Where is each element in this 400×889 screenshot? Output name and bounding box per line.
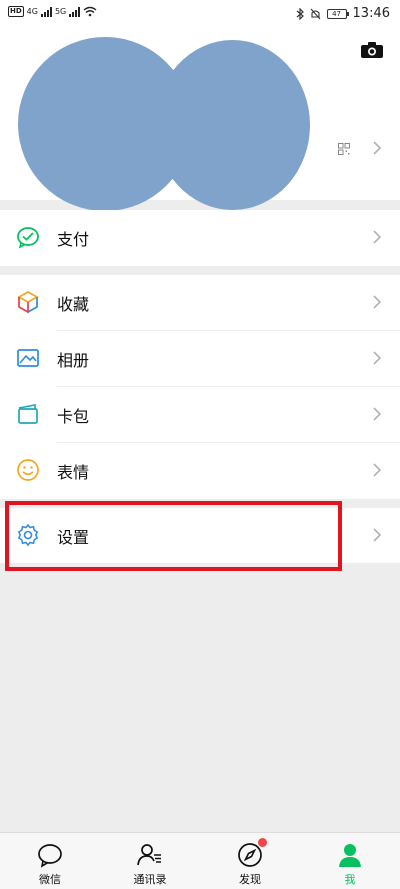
tab-label: 通讯录 xyxy=(133,873,167,886)
pay-icon xyxy=(17,227,39,249)
wifi-icon xyxy=(83,6,97,17)
chevron-right-icon xyxy=(373,230,382,244)
battery-icon: 47 xyxy=(326,8,349,19)
menu-item-stickers[interactable]: 表情 xyxy=(0,443,400,499)
chevron-right-icon xyxy=(373,295,382,309)
tab-label: 微信 xyxy=(39,873,61,886)
settings-highlight-box xyxy=(5,501,342,571)
clock: 13:46 xyxy=(352,6,390,21)
status-right: 47 13:46 xyxy=(296,6,390,21)
notification-dot xyxy=(258,838,267,847)
menu-item-label: 相册 xyxy=(57,351,90,370)
menu-item-label: 表情 xyxy=(57,463,90,482)
tab-me[interactable]: 我 xyxy=(300,833,400,889)
favorites-cube-icon xyxy=(17,291,39,314)
menu-item-favorites[interactable]: 收藏 xyxy=(0,275,400,331)
status-bar: HD 4G 5G 47 13:46 xyxy=(0,0,400,28)
chevron-right-icon xyxy=(373,351,382,365)
chevron-right-icon xyxy=(373,141,382,155)
tab-label: 我 xyxy=(344,873,356,886)
qr-code-icon[interactable] xyxy=(338,143,350,155)
bottom-tab-bar: 微信 通讯录 发现 我 xyxy=(0,832,400,889)
redaction-blob xyxy=(155,40,310,210)
chevron-right-icon xyxy=(373,463,382,477)
menu-item-label: 支付 xyxy=(57,230,90,249)
services-group: 收藏 相册 卡包 表情 xyxy=(0,275,400,499)
hd-badge: HD xyxy=(8,6,24,17)
camera-icon[interactable] xyxy=(361,42,383,58)
menu-item-label: 收藏 xyxy=(57,295,90,314)
menu-item-cards[interactable]: 卡包 xyxy=(0,387,400,443)
mute-icon xyxy=(310,8,320,19)
network-type-b: 5G xyxy=(54,7,67,16)
card-wallet-icon xyxy=(18,404,38,424)
tab-label: 发现 xyxy=(239,873,261,886)
bluetooth-icon xyxy=(296,7,304,20)
signal-icon xyxy=(40,6,52,17)
chat-bubble-icon xyxy=(38,844,62,868)
chevron-right-icon xyxy=(373,528,382,542)
menu-item-label: 卡包 xyxy=(57,407,90,426)
tab-contacts[interactable]: 通讯录 xyxy=(100,833,200,889)
menu-item-pay[interactable]: 支付 xyxy=(0,210,400,266)
signal-icon-2 xyxy=(69,6,81,17)
menu-item-album[interactable]: 相册 xyxy=(0,331,400,387)
album-icon xyxy=(17,349,39,367)
network-type-a: 4G xyxy=(26,7,38,16)
status-left: HD 4G 5G xyxy=(8,6,97,17)
emoji-smile-icon xyxy=(17,459,39,481)
person-icon xyxy=(339,844,361,867)
tab-chats[interactable]: 微信 xyxy=(0,833,100,889)
pay-group: 支付 xyxy=(0,210,400,266)
tab-discover[interactable]: 发现 xyxy=(200,833,300,889)
chevron-right-icon xyxy=(373,407,382,421)
contacts-icon xyxy=(137,844,161,866)
